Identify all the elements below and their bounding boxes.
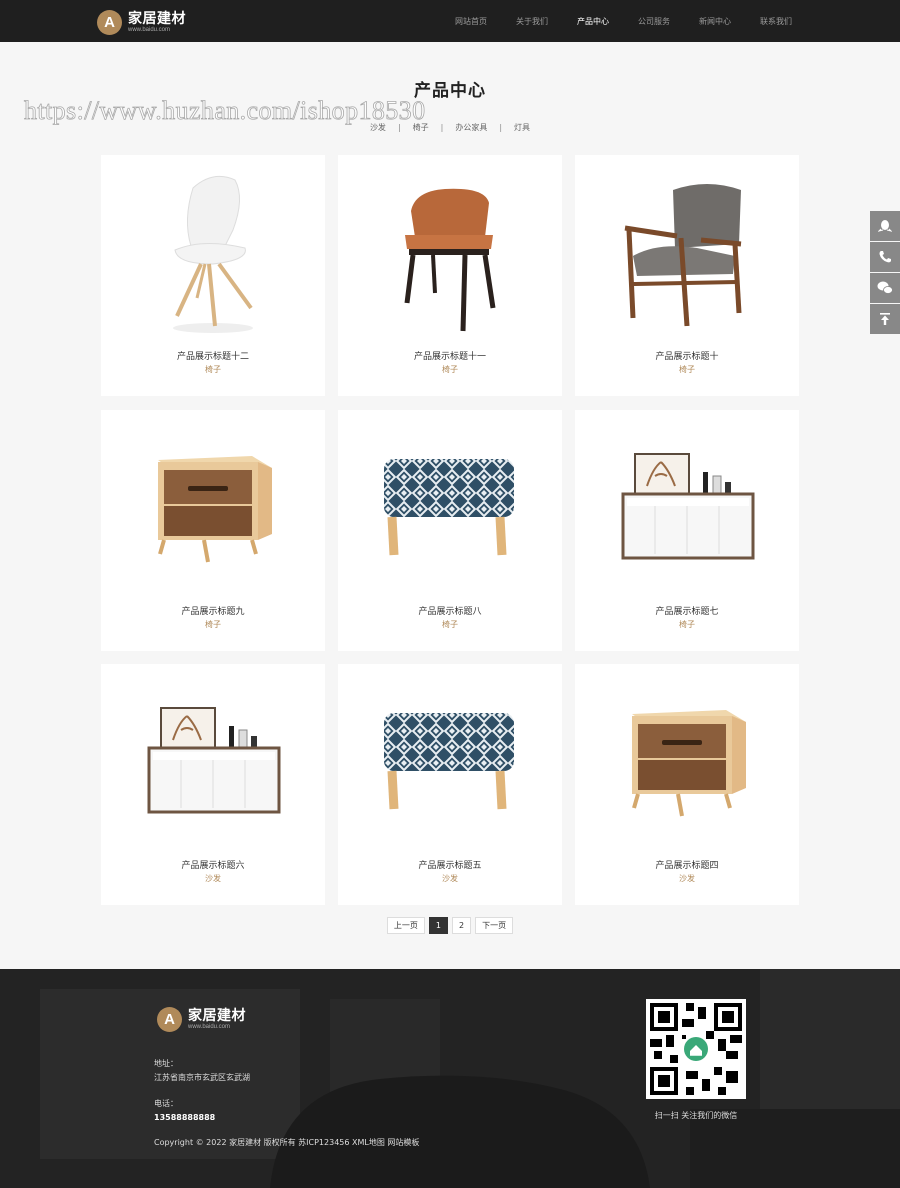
ottoman-image[interactable] [338,674,562,850]
copyright-text: Copyright © 2022 家居建材 版权所有 苏ICP123456 XM… [154,1138,420,1147]
back-to-top-icon[interactable] [870,304,900,334]
product-card[interactable]: 产品展示标题四 沙发 [575,664,799,905]
product-category[interactable]: 沙发 [338,873,562,884]
product-title[interactable]: 产品展示标题十一 [338,349,562,362]
address-value: 江苏省南京市玄武区玄武湖 [154,1073,250,1082]
phone-value: 13588888888 [154,1113,216,1122]
product-category[interactable]: 沙发 [101,873,325,884]
logo-domain: www.baidu.com [128,26,171,33]
product-title[interactable]: 产品展示标题十二 [101,349,325,362]
page-number[interactable]: 2 [452,917,472,934]
product-card[interactable]: 产品展示标题七 椅子 [575,410,799,651]
logo-mark-icon [97,9,122,35]
logo-title: 家居建材 [128,10,186,27]
product-card[interactable]: 产品展示标题十 椅子 [575,155,799,396]
product-title[interactable]: 产品展示标题五 [338,858,562,871]
product-title[interactable]: 产品展示标题九 [101,604,325,617]
product-title[interactable]: 产品展示标题六 [101,858,325,871]
logo-mark-icon [157,1007,182,1032]
pagination: 上一页 1 2 下一页 [0,917,900,934]
footer-background-image [0,969,900,1188]
prev-page-button[interactable]: 上一页 [386,917,425,934]
product-card[interactable]: 产品展示标题八 椅子 [338,410,562,651]
category-chair[interactable]: 椅子 [413,122,429,133]
product-card[interactable]: 产品展示标题六 沙发 [101,664,325,905]
side-toolbar [870,211,900,335]
wechat-qr-code [646,999,746,1099]
product-card[interactable]: 产品展示标题九 椅子 [101,410,325,651]
product-category[interactable]: 椅子 [575,619,799,630]
wechat-icon[interactable] [870,273,900,303]
phone-icon[interactable] [870,242,900,272]
product-title[interactable]: 产品展示标题十 [575,349,799,362]
qq-icon[interactable] [870,211,900,241]
nightstand-image[interactable] [575,674,799,850]
category-office[interactable]: 办公家具 [455,122,487,133]
footer-logo[interactable]: 家居建材 www.baidu.com [157,1007,246,1032]
qr-caption: 扫一扫 关注我们的微信 [654,1111,738,1120]
category-filter: 沙发 | 椅子 | 办公家具 | 灯具 [0,122,900,133]
site-logo[interactable]: 家居建材 www.baidu.com [97,9,186,35]
footer-contact: 地址： 江苏省南京市玄武区玄武湖 电话： 13588888888 [154,1057,250,1125]
main-nav: 网站首页 关于我们 产品中心 公司服务 新闻中心 联系我们 [426,0,792,42]
category-sofa[interactable]: 沙发 [370,122,386,133]
next-page-button[interactable]: 下一页 [475,917,514,934]
sideboard-image[interactable] [575,420,799,596]
leather-chair-image[interactable] [338,165,562,341]
nav-item-products[interactable]: 产品中心 [577,16,609,27]
nightstand-image[interactable] [101,420,325,596]
logo-title: 家居建材 [188,1008,246,1024]
category-lamp[interactable]: 灯具 [514,122,530,133]
sideboard-image[interactable] [101,674,325,850]
product-title[interactable]: 产品展示标题七 [575,604,799,617]
white-chair-image[interactable] [101,165,325,341]
product-category[interactable]: 椅子 [101,619,325,630]
product-card[interactable]: 产品展示标题十二 椅子 [101,155,325,396]
logo-domain: www.baidu.com [188,1024,231,1030]
product-category[interactable]: 沙发 [575,873,799,884]
category-separator: | [440,123,444,132]
category-separator: | [499,123,503,132]
product-category[interactable]: 椅子 [338,619,562,630]
ottoman-image[interactable] [338,420,562,596]
site-header: 家居建材 www.baidu.com 网站首页 关于我们 产品中心 公司服务 新… [0,0,900,42]
nav-item-home[interactable]: 网站首页 [455,16,487,27]
nav-item-about[interactable]: 关于我们 [516,16,548,27]
address-label: 地址： [154,1059,178,1068]
product-title[interactable]: 产品展示标题四 [575,858,799,871]
nav-item-news[interactable]: 新闻中心 [699,16,731,27]
nav-item-contact[interactable]: 联系我们 [760,16,792,27]
product-card[interactable]: 产品展示标题五 沙发 [338,664,562,905]
product-category[interactable]: 椅子 [101,364,325,375]
product-category[interactable]: 椅子 [338,364,562,375]
product-category[interactable]: 椅子 [575,364,799,375]
armchair-image[interactable] [575,165,799,341]
product-title[interactable]: 产品展示标题八 [338,604,562,617]
phone-label: 电话： [154,1099,178,1108]
page-number-current[interactable]: 1 [428,917,448,934]
nav-item-services[interactable]: 公司服务 [638,16,670,27]
product-card[interactable]: 产品展示标题十一 椅子 [338,155,562,396]
site-footer: 家居建材 www.baidu.com 地址： 江苏省南京市玄武区玄武湖 电话： … [0,969,900,1188]
category-separator: | [397,123,401,132]
